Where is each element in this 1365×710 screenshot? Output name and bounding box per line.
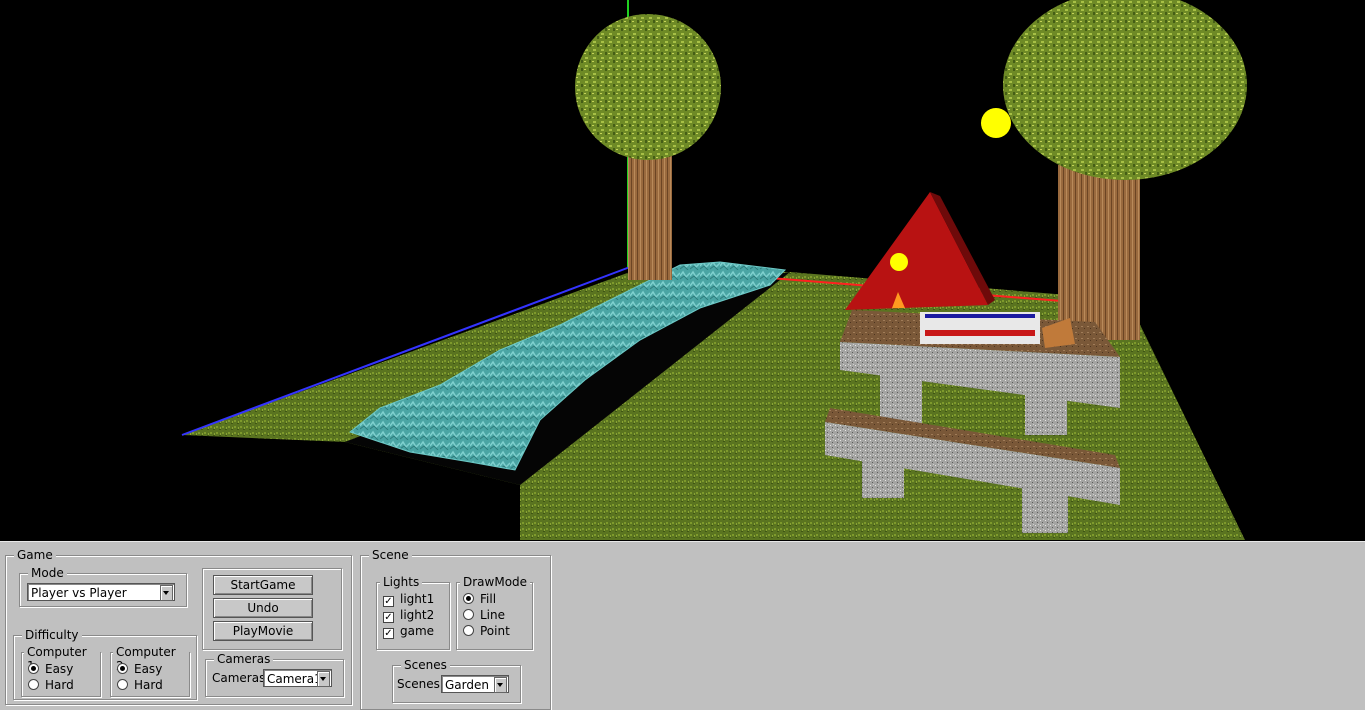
computer2-hard-radio[interactable]: Hard [117, 677, 163, 693]
bench-leg-right [1022, 475, 1068, 533]
game-group: Game Mode Player vs Player Difficulty Co… [5, 548, 352, 705]
cameras-label: Cameras [212, 671, 266, 685]
line-radio[interactable]: Line [463, 607, 505, 623]
actions-group: StartGame Undo PlayMovie [202, 568, 342, 650]
camera-select-value: Camera1 [267, 672, 322, 686]
radio-selected-icon [117, 663, 128, 674]
drawmode-group-title: DrawMode [460, 575, 531, 589]
3d-viewport[interactable] [0, 0, 1365, 541]
difficulty-group-title: Difficulty [22, 628, 82, 642]
light-sphere-2 [890, 253, 908, 271]
mode-group: Mode Player vs Player [19, 566, 187, 607]
drawmode-group: DrawMode Fill Line Point [456, 575, 533, 650]
radio-selected-icon [28, 663, 39, 674]
radio-empty-icon [463, 625, 474, 636]
radio-selected-icon [463, 593, 474, 604]
light2-checkbox[interactable]: ✓ light2 [383, 607, 434, 623]
control-panel: Game Mode Player vs Player Difficulty Co… [0, 541, 1365, 710]
tree-foliage-right [1003, 0, 1247, 180]
undo-button[interactable]: Undo [213, 598, 313, 618]
computer1-hard-radio[interactable]: Hard [28, 677, 74, 693]
radio-empty-icon [117, 679, 128, 690]
computer2-easy-label: Easy [134, 662, 163, 676]
checkmark-icon: ✓ [383, 612, 394, 623]
scene-group: Scene Lights ✓ light1 ✓ light2 ✓ game DrawM… [360, 548, 551, 710]
light1-label: light1 [400, 592, 435, 606]
computer2-hard-label: Hard [134, 678, 163, 692]
scene-select[interactable]: Garden [441, 675, 509, 693]
point-radio[interactable]: Point [463, 623, 510, 639]
light1-checkbox[interactable]: ✓ light1 [383, 591, 434, 607]
light-sphere-1 [981, 108, 1011, 138]
camera-select[interactable]: Camera1 [263, 669, 332, 687]
tree-trunk-left [628, 148, 672, 280]
chevron-down-icon[interactable] [317, 671, 330, 687]
light2-label: light2 [400, 608, 435, 622]
cameras-group: Cameras Cameras Camera1 [205, 652, 344, 697]
game-light-label: game [400, 624, 435, 638]
cameras-group-title: Cameras [214, 652, 274, 666]
lights-group: Lights ✓ light1 ✓ light2 ✓ game [376, 575, 450, 650]
point-label: Point [480, 624, 510, 638]
play-movie-button[interactable]: PlayMovie [213, 621, 313, 641]
computer2-easy-radio[interactable]: Easy [117, 661, 162, 677]
scenes-group: Scenes Scenes Garden [392, 658, 521, 703]
checkmark-icon: ✓ [383, 628, 394, 639]
computer1-hard-label: Hard [45, 678, 74, 692]
scene-group-title: Scene [369, 548, 412, 562]
line-label: Line [480, 608, 506, 622]
table-leg-right [1025, 390, 1067, 435]
scene-select-value: Garden [445, 678, 489, 692]
scenes-label: Scenes [397, 677, 440, 691]
fill-radio[interactable]: Fill [463, 591, 496, 607]
computer2-group: Computer 2 Easy Hard [110, 645, 190, 697]
tree-trunk-right [1058, 165, 1140, 340]
difficulty-group: Difficulty Computer 1 Easy Hard Computer… [13, 628, 197, 700]
mode-select[interactable]: Player vs Player [27, 583, 175, 601]
chevron-down-icon[interactable] [160, 585, 173, 601]
game-group-title: Game [14, 548, 56, 562]
radio-empty-icon [28, 679, 39, 690]
chevron-down-icon[interactable] [494, 677, 507, 693]
computer1-easy-radio[interactable]: Easy [28, 661, 73, 677]
mode-select-value: Player vs Player [31, 586, 127, 600]
mode-group-title: Mode [28, 566, 67, 580]
computer1-easy-label: Easy [45, 662, 74, 676]
scenes-group-title: Scenes [401, 658, 450, 672]
computer1-group: Computer 1 Easy Hard [21, 645, 101, 697]
tree-foliage-left [575, 14, 721, 160]
start-game-button[interactable]: StartGame [213, 575, 313, 595]
game-light-checkbox[interactable]: ✓ game [383, 623, 434, 639]
checkmark-icon: ✓ [383, 596, 394, 607]
table-leg-left [880, 370, 922, 425]
bench-leg-left [862, 450, 904, 498]
radio-empty-icon [463, 609, 474, 620]
fill-label: Fill [480, 592, 497, 606]
lights-group-title: Lights [380, 575, 423, 589]
garden-scene [181, 0, 1247, 540]
